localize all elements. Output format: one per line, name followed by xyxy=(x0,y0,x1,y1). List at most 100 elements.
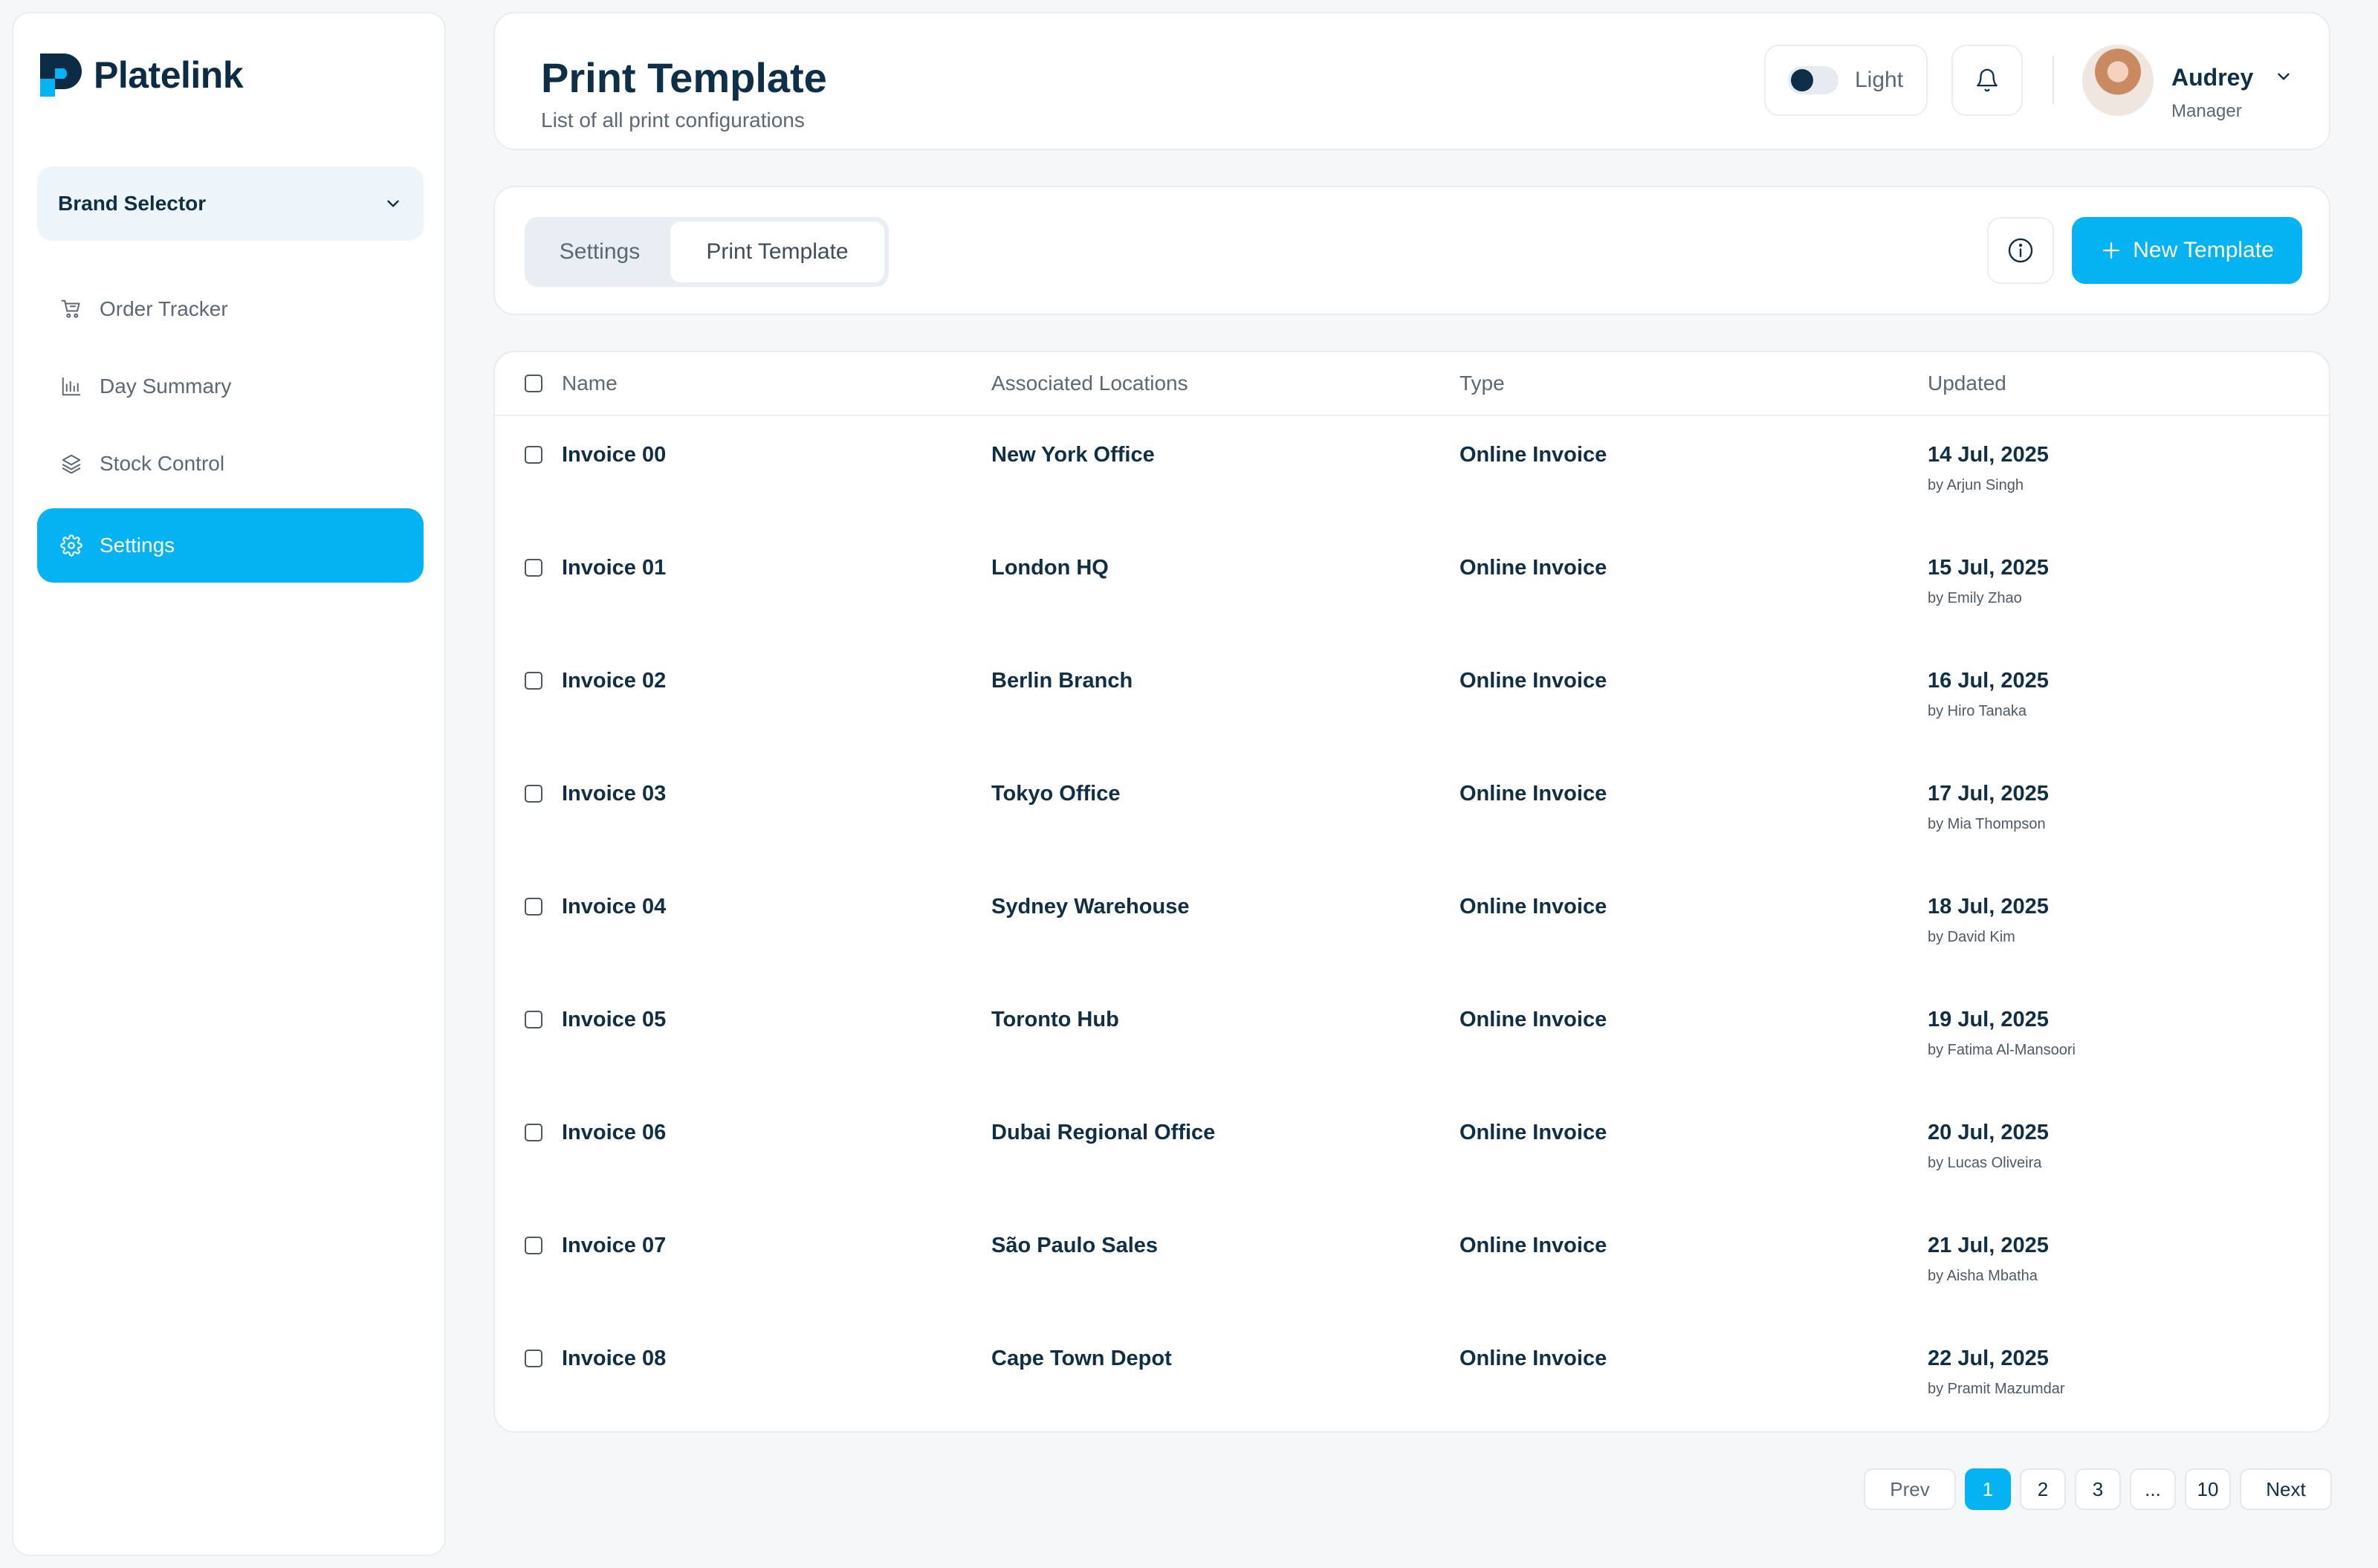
table-row[interactable]: Invoice 03 Tokyo Office Online Invoice 1… xyxy=(495,755,2329,868)
layers-icon xyxy=(59,452,83,476)
row-name: Invoice 06 xyxy=(562,1121,667,1144)
user-name[interactable]: Audrey xyxy=(2171,64,2253,91)
toggle-knob xyxy=(1791,69,1813,91)
row-checkbox[interactable] xyxy=(525,785,542,803)
sidebar-item-settings[interactable]: Settings xyxy=(37,508,424,583)
row-checkbox[interactable] xyxy=(525,1237,542,1254)
row-name: Invoice 07 xyxy=(562,1234,667,1257)
row-date: 18 Jul, 2025 xyxy=(1928,895,2049,919)
sidebar-nav: Order Tracker Day Summary Stock Control … xyxy=(37,272,424,586)
gear-icon xyxy=(59,534,83,557)
row-location: New York Office xyxy=(991,443,1155,467)
header-divider xyxy=(2053,56,2054,104)
row-type: Online Invoice xyxy=(1459,1121,1607,1144)
pagination: Prev 1 2 3 ... 10 Next xyxy=(1864,1468,2332,1510)
pagination-prev-button[interactable]: Prev xyxy=(1864,1468,1956,1510)
sidebar-item-order-tracker[interactable]: Order Tracker xyxy=(37,272,424,346)
row-location: Toronto Hub xyxy=(991,1008,1119,1031)
chevron-down-icon xyxy=(387,200,399,207)
table-row[interactable]: Invoice 08 Cape Town Depot Online Invoic… xyxy=(495,1320,2329,1431)
row-date: 17 Jul, 2025 xyxy=(1928,782,2049,806)
row-checkbox[interactable] xyxy=(525,1124,542,1141)
column-header-name[interactable]: Name xyxy=(562,372,618,395)
templates-table: Name Associated Locations Type Updated I… xyxy=(493,351,2330,1433)
row-name: Invoice 01 xyxy=(562,556,667,580)
pagination-next-button[interactable]: Next xyxy=(2240,1468,2332,1510)
row-updated-by: by Fatima Al-Mansoori xyxy=(1928,1042,2076,1058)
table-row[interactable]: Invoice 00 New York Office Online Invoic… xyxy=(495,416,2329,529)
new-template-button[interactable]: New Template xyxy=(2072,217,2302,284)
row-checkbox[interactable] xyxy=(525,559,542,577)
platelink-logo-icon xyxy=(40,54,82,97)
pagination-page-2[interactable]: 2 xyxy=(2020,1468,2066,1510)
row-type: Online Invoice xyxy=(1459,1234,1607,1257)
row-name: Invoice 00 xyxy=(562,443,667,467)
row-location: Berlin Branch xyxy=(991,669,1133,693)
row-updated-by: by Aisha Mbatha xyxy=(1928,1268,2038,1284)
table-row[interactable]: Invoice 05 Toronto Hub Online Invoice 19… xyxy=(495,981,2329,1094)
pagination-page-1[interactable]: 1 xyxy=(1965,1468,2011,1510)
tab-settings[interactable]: Settings xyxy=(529,221,670,282)
toggle-track xyxy=(1788,66,1838,94)
column-header-type[interactable]: Type xyxy=(1459,372,1505,395)
info-icon xyxy=(2008,238,2033,263)
row-date: 15 Jul, 2025 xyxy=(1928,556,2049,580)
bell-icon xyxy=(1977,68,1998,92)
column-header-updated[interactable]: Updated xyxy=(1928,372,2006,395)
avatar[interactable] xyxy=(2082,45,2154,116)
tab-print-template[interactable]: Print Template xyxy=(670,221,884,282)
sidebar-item-stock-control[interactable]: Stock Control xyxy=(37,427,424,501)
theme-toggle[interactable]: Light xyxy=(1764,45,1928,116)
pagination-ellipsis[interactable]: ... xyxy=(2130,1468,2176,1510)
row-checkbox[interactable] xyxy=(525,446,542,464)
user-role: Manager xyxy=(2171,101,2242,121)
row-name: Invoice 03 xyxy=(562,782,667,806)
table-row[interactable]: Invoice 02 Berlin Branch Online Invoice … xyxy=(495,642,2329,755)
pagination-page-10[interactable]: 10 xyxy=(2185,1468,2231,1510)
row-name: Invoice 05 xyxy=(562,1008,667,1031)
row-checkbox[interactable] xyxy=(525,898,542,916)
pagination-page-3[interactable]: 3 xyxy=(2075,1468,2121,1510)
table-row[interactable]: Invoice 01 London HQ Online Invoice 15 J… xyxy=(495,529,2329,642)
row-checkbox[interactable] xyxy=(525,1011,542,1028)
row-type: Online Invoice xyxy=(1459,556,1607,580)
chevron-down-icon[interactable] xyxy=(2274,67,2293,86)
row-type: Online Invoice xyxy=(1459,782,1607,806)
row-location: Cape Town Depot xyxy=(991,1347,1172,1370)
table-header: Name Associated Locations Type Updated xyxy=(495,352,2329,416)
row-date: 20 Jul, 2025 xyxy=(1928,1121,2049,1144)
table-row[interactable]: Invoice 04 Sydney Warehouse Online Invoi… xyxy=(495,868,2329,981)
row-name: Invoice 04 xyxy=(562,895,667,919)
tab-switcher: Settings Print Template xyxy=(525,217,889,287)
select-all-checkbox[interactable] xyxy=(525,375,542,392)
row-type: Online Invoice xyxy=(1459,1008,1607,1031)
table-row[interactable]: Invoice 06 Dubai Regional Office Online … xyxy=(495,1094,2329,1207)
column-header-locations[interactable]: Associated Locations xyxy=(991,372,1188,395)
row-checkbox[interactable] xyxy=(525,1350,542,1367)
page-subtitle: List of all print configurations xyxy=(541,108,805,132)
table-row[interactable]: Invoice 07 São Paulo Sales Online Invoic… xyxy=(495,1207,2329,1320)
row-date: 21 Jul, 2025 xyxy=(1928,1234,2049,1257)
row-location: London HQ xyxy=(991,556,1109,580)
row-date: 22 Jul, 2025 xyxy=(1928,1347,2049,1370)
notifications-button[interactable] xyxy=(1951,45,2023,116)
sidebar-item-label: Stock Control xyxy=(100,452,225,475)
row-name: Invoice 02 xyxy=(562,669,667,693)
logo[interactable]: Platelink xyxy=(39,52,244,98)
row-checkbox[interactable] xyxy=(525,672,542,690)
sidebar-item-day-summary[interactable]: Day Summary xyxy=(37,349,424,424)
row-date: 19 Jul, 2025 xyxy=(1928,1008,2049,1031)
row-date: 14 Jul, 2025 xyxy=(1928,443,2049,467)
info-button[interactable] xyxy=(1987,217,2054,284)
row-updated-by: by Lucas Oliveira xyxy=(1928,1155,2042,1171)
row-type: Online Invoice xyxy=(1459,443,1607,467)
logo-text: Platelink xyxy=(94,54,244,96)
brand-selector[interactable]: Brand Selector xyxy=(37,166,424,241)
row-updated-by: by Arjun Singh xyxy=(1928,477,2024,493)
row-location: São Paulo Sales xyxy=(991,1234,1159,1257)
row-type: Online Invoice xyxy=(1459,669,1607,693)
row-updated-by: by Emily Zhao xyxy=(1928,590,2022,606)
row-location: Tokyo Office xyxy=(991,782,1121,806)
toolbar: Settings Print Template New Template xyxy=(493,186,2330,315)
new-template-label: New Template xyxy=(2133,238,2274,262)
